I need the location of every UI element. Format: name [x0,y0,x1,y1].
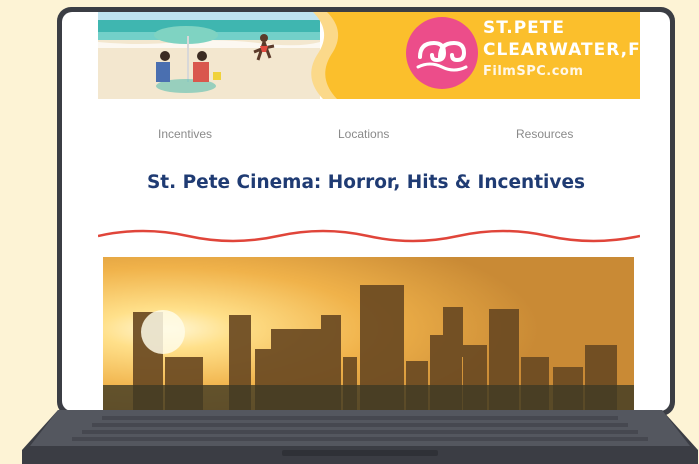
site-banner[interactable]: ST.PETE CLEARWATER,FL FilmSPC.com [98,12,640,99]
nav-item-resources[interactable]: Resources [516,127,573,141]
webpage-viewport: ST.PETE CLEARWATER,FL FilmSPC.com Incent… [62,12,670,411]
film-spc-logo [406,17,478,89]
beach-illustration [98,12,320,99]
brand-url[interactable]: FilmSPC.com [483,64,583,79]
laptop-screen-frame: ST.PETE CLEARWATER,FL FilmSPC.com Incent… [57,7,675,416]
nav-item-locations[interactable]: Locations [338,127,389,141]
banner-brand-panel: ST.PETE CLEARWATER,FL FilmSPC.com [348,12,640,99]
brand-line-st-pete: ST.PETE [483,18,565,38]
page-title: St. Pete Cinema: Horror, Hits & Incentiv… [146,172,586,193]
wave-swirl-icon [416,40,468,72]
hero-skyline-image [103,257,634,411]
brand-line-clearwater: CLEARWATER,FL [483,40,640,60]
nav-item-incentives[interactable]: Incentives [158,127,212,141]
laptop-keyboard-base [22,410,698,464]
main-navigation: Incentives Locations Resources [62,127,670,147]
sunset-skyline-illustration [103,257,634,411]
decorative-wave-divider [98,229,640,243]
